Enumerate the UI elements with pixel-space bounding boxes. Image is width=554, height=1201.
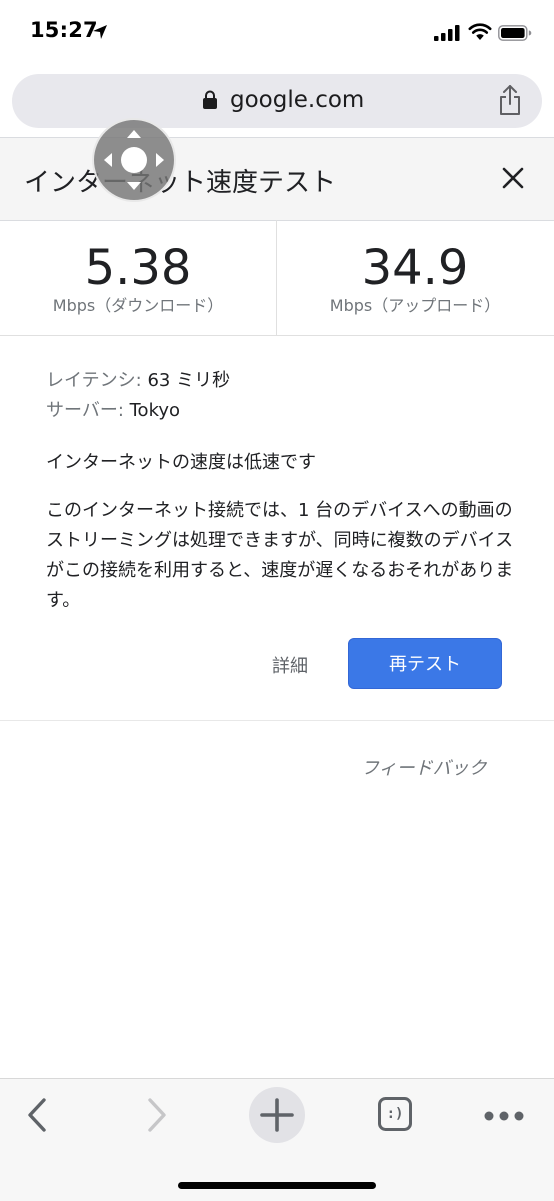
download-speed-value: 5.38 (84, 240, 192, 296)
new-tab-icon (260, 1098, 294, 1132)
server-row: サーバー: Tokyo (46, 396, 516, 426)
battery-icon (498, 25, 532, 41)
speed-results: 5.38 Mbps（ダウンロード） 34.9 Mbps（アップロード） (0, 220, 554, 336)
latency-row: レイテンシ: 63 ミリ秒 (46, 366, 516, 396)
server-key: サーバー: (46, 400, 124, 421)
latency-key: レイテンシ: (46, 370, 142, 391)
share-icon[interactable] (498, 84, 522, 116)
speed-description: このインターネット接続では、1 台のデバイスへの動画のストリーミングは処理できま… (46, 500, 514, 611)
upload-speed-value: 34.9 (361, 240, 469, 296)
lock-icon (203, 90, 217, 109)
latency-value: 63 ミリ秒 (147, 370, 231, 391)
retest-button[interactable]: 再テスト (348, 638, 502, 689)
cellular-signal-icon (434, 25, 460, 41)
connection-info: レイテンシ: 63 ミリ秒 サーバー: Tokyo (46, 366, 516, 426)
tab-switcher-button[interactable]: :) (378, 1097, 412, 1131)
status-time: 15:27 (30, 18, 98, 42)
feedback-link[interactable]: フィードバック (361, 754, 487, 780)
home-indicator (178, 1182, 376, 1189)
server-value: Tokyo (129, 400, 181, 421)
url-text[interactable]: google.com (230, 87, 364, 113)
close-icon[interactable] (501, 166, 525, 190)
location-arrow-icon (93, 25, 107, 39)
sheet-header: インターネット速度テスト (0, 137, 554, 221)
download-speed: 5.38 Mbps（ダウンロード） (0, 220, 276, 335)
forward-icon[interactable] (140, 1097, 170, 1133)
download-speed-label: Mbps（ダウンロード） (52, 296, 224, 315)
details-link[interactable]: 詳細 (272, 652, 308, 678)
tab-count: :) (386, 1106, 404, 1122)
speed-verdict: インターネットの速度は低速です (46, 452, 316, 473)
wifi-icon (468, 23, 492, 40)
status-bar: 15:27 (0, 0, 554, 70)
dpad-arrows-icon (104, 130, 164, 190)
address-bar[interactable]: google.com (12, 74, 542, 128)
sheet-title: インターネット速度テスト (24, 168, 337, 198)
more-icon[interactable] (484, 1111, 524, 1121)
divider (0, 720, 554, 721)
dpad-icon[interactable] (92, 118, 176, 202)
upload-speed-label: Mbps（アップロード） (329, 296, 501, 315)
upload-speed: 34.9 Mbps（アップロード） (277, 220, 553, 335)
new-tab-button[interactable] (249, 1087, 305, 1143)
back-icon[interactable] (24, 1097, 54, 1133)
